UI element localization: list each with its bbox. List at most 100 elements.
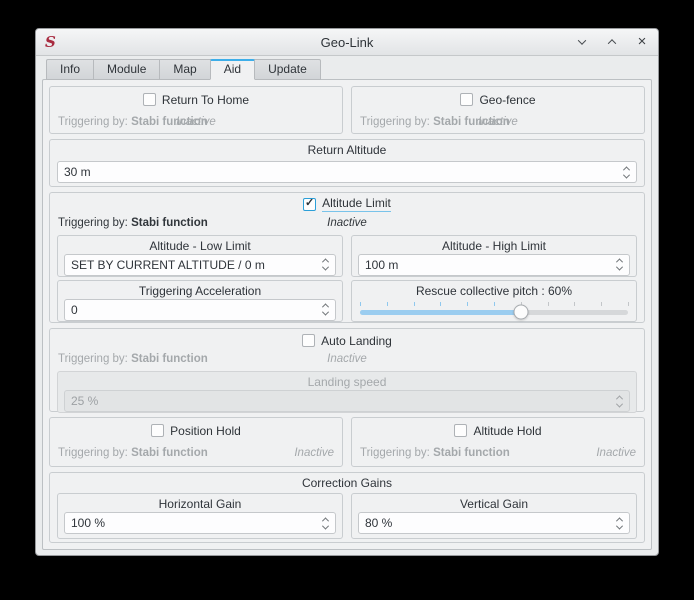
- rescue-pitch-slider-fill: [360, 310, 521, 315]
- return-to-home-trigger-row: Triggering by: Stabi function Inactive: [50, 116, 342, 131]
- geo-link-window: S Geo-Link × Info Module Map Aid Update …: [35, 28, 659, 556]
- position-hold-panel: ✓ Position Hold Triggering by: Stabi fun…: [49, 417, 343, 467]
- altitude-limit-trigger-row: Triggering by: Stabi function Inactive: [57, 217, 637, 232]
- triggering-by-text: Triggering by: Stabi function: [58, 447, 208, 459]
- return-altitude-spinbox[interactable]: 30 m: [57, 161, 637, 183]
- landing-speed-spinbox[interactable]: 25 %: [64, 390, 630, 412]
- horizontal-gain-spinbox[interactable]: 100 %: [64, 512, 336, 534]
- auto-landing-panel: ✓ Auto Landing Triggering by: Stabi func…: [49, 328, 645, 412]
- auto-landing-label[interactable]: Auto Landing: [321, 334, 392, 348]
- position-hold-checkbox[interactable]: ✓: [151, 424, 164, 437]
- spinner-buttons[interactable]: [319, 255, 331, 275]
- return-altitude-title: Return Altitude: [57, 142, 637, 158]
- close-button[interactable]: ×: [635, 35, 649, 49]
- correction-gains-panel: Correction Gains Horizontal Gain 100 % V…: [49, 472, 645, 543]
- vertical-gain-spinbox[interactable]: 80 %: [358, 512, 630, 534]
- position-hold-trigger-row: Triggering by: Stabi function Inactive: [50, 447, 342, 462]
- spinner-buttons[interactable]: [613, 513, 625, 533]
- return-to-home-label[interactable]: Return To Home: [162, 93, 249, 107]
- altitude-high-limit-title: Altitude - High Limit: [358, 238, 630, 254]
- altitude-limit-checkbox[interactable]: ✓: [303, 198, 316, 211]
- auto-landing-trigger-row: Triggering by: Stabi function Inactive: [57, 353, 637, 368]
- triggering-by-text: Triggering by: Stabi function: [58, 353, 208, 365]
- geo-fence-label[interactable]: Geo-fence: [479, 93, 535, 107]
- rescue-pitch-title: Rescue collective pitch : 60%: [358, 283, 630, 299]
- tab-aid[interactable]: Aid: [210, 59, 255, 80]
- position-hold-check-row[interactable]: ✓ Position Hold: [50, 422, 342, 439]
- return-altitude-panel: Return Altitude 30 m: [49, 139, 645, 187]
- return-to-home-check-row[interactable]: ✓ Return To Home: [50, 91, 342, 108]
- window-title: Geo-Link: [36, 35, 658, 50]
- return-altitude-value: 30 m: [64, 165, 91, 179]
- spinner-buttons[interactable]: [319, 513, 331, 533]
- altitude-hold-checkbox[interactable]: ✓: [454, 424, 467, 437]
- spinner-buttons[interactable]: [620, 162, 632, 182]
- rescue-pitch-slider[interactable]: [360, 300, 628, 324]
- correction-gains-title: Correction Gains: [57, 475, 637, 491]
- altitude-high-limit-spinbox[interactable]: 100 m: [358, 254, 630, 276]
- tab-module[interactable]: Module: [93, 59, 160, 80]
- triggering-acceleration-group: Triggering Acceleration 0: [57, 280, 343, 322]
- spin-down-icon: [615, 264, 622, 271]
- altitude-high-limit-group: Altitude - High Limit 100 m: [351, 235, 637, 277]
- spin-down-icon: [321, 522, 328, 529]
- titlebar[interactable]: S Geo-Link ×: [36, 29, 658, 56]
- maximize-button[interactable]: [605, 35, 619, 49]
- altitude-low-limit-group: Altitude - Low Limit SET BY CURRENT ALTI…: [57, 235, 343, 277]
- altitude-limit-check-row[interactable]: ✓ Altitude Limit: [57, 196, 637, 213]
- altitude-limit-label[interactable]: Altitude Limit: [322, 196, 391, 212]
- rescue-pitch-slider-handle[interactable]: [513, 305, 528, 320]
- horizontal-gain-value: 100 %: [71, 516, 105, 530]
- altitude-hold-check-row[interactable]: ✓ Altitude Hold: [352, 422, 644, 439]
- auto-landing-checkbox[interactable]: ✓: [302, 334, 315, 347]
- altitude-low-limit-spinbox[interactable]: SET BY CURRENT ALTITUDE / 0 m: [64, 254, 336, 276]
- aid-tab-content: ✓ Return To Home Triggering by: Stabi fu…: [42, 79, 652, 550]
- spinner-buttons[interactable]: [319, 300, 331, 320]
- window-controls: ×: [575, 35, 649, 49]
- geo-fence-trigger-row: Triggering by: Stabi function Inactive: [352, 116, 644, 131]
- altitude-limit-subrow-1: Altitude - Low Limit SET BY CURRENT ALTI…: [57, 235, 637, 277]
- return-to-home-panel: ✓ Return To Home Triggering by: Stabi fu…: [49, 86, 343, 134]
- tab-map[interactable]: Map: [159, 59, 210, 80]
- correction-gains-subrow: Horizontal Gain 100 % Vertical Gain 80 %: [57, 493, 637, 539]
- altitude-low-limit-value: SET BY CURRENT ALTITUDE / 0 m: [71, 258, 265, 272]
- triggering-by-text: Triggering by: Stabi function: [360, 447, 510, 459]
- spin-down-icon: [615, 400, 622, 407]
- minimize-button[interactable]: [575, 35, 589, 49]
- spin-down-icon: [321, 309, 328, 316]
- triggering-by-text: Triggering by: Stabi function: [58, 217, 208, 229]
- landing-speed-value: 25 %: [71, 394, 98, 408]
- altitude-hold-panel: ✓ Altitude Hold Triggering by: Stabi fun…: [351, 417, 645, 467]
- altitude-hold-label[interactable]: Altitude Hold: [473, 424, 541, 438]
- spinner-buttons[interactable]: [613, 391, 625, 411]
- altitude-hold-trigger-row: Triggering by: Stabi function Inactive: [352, 447, 644, 462]
- position-hold-label[interactable]: Position Hold: [170, 424, 241, 438]
- vertical-gain-group: Vertical Gain 80 %: [351, 493, 637, 539]
- triggering-acceleration-spinbox[interactable]: 0: [64, 299, 336, 321]
- auto-landing-check-row[interactable]: ✓ Auto Landing: [57, 332, 637, 349]
- tab-bar: Info Module Map Aid Update: [46, 59, 658, 80]
- tab-update[interactable]: Update: [254, 59, 321, 80]
- check-icon: ✓: [305, 198, 314, 209]
- landing-speed-group: Landing speed 25 %: [57, 371, 637, 413]
- return-to-home-checkbox[interactable]: ✓: [143, 93, 156, 106]
- geo-fence-check-row[interactable]: ✓ Geo-fence: [352, 91, 644, 108]
- spinner-buttons[interactable]: [613, 255, 625, 275]
- spin-down-icon: [615, 522, 622, 529]
- geo-fence-checkbox[interactable]: ✓: [460, 93, 473, 106]
- altitude-limit-subrow-2: Triggering Acceleration 0 Rescue collect…: [57, 280, 637, 322]
- triggering-by-text: Triggering by: Stabi function: [360, 116, 510, 128]
- spin-down-icon: [622, 171, 629, 178]
- altitude-high-limit-value: 100 m: [365, 258, 398, 272]
- horizontal-gain-group: Horizontal Gain 100 %: [57, 493, 343, 539]
- tab-info[interactable]: Info: [46, 59, 94, 80]
- triggering-acceleration-value: 0: [71, 303, 78, 317]
- row-home-fence: ✓ Return To Home Triggering by: Stabi fu…: [49, 86, 645, 134]
- altitude-low-limit-title: Altitude - Low Limit: [64, 238, 336, 254]
- vertical-gain-value: 80 %: [365, 516, 392, 530]
- altitude-limit-panel: ✓ Altitude Limit Triggering by: Stabi fu…: [49, 192, 645, 323]
- chevron-up-icon: [608, 39, 616, 47]
- chevron-down-icon: [578, 36, 586, 44]
- spin-down-icon: [321, 264, 328, 271]
- row-holds: ✓ Position Hold Triggering by: Stabi fun…: [49, 417, 645, 467]
